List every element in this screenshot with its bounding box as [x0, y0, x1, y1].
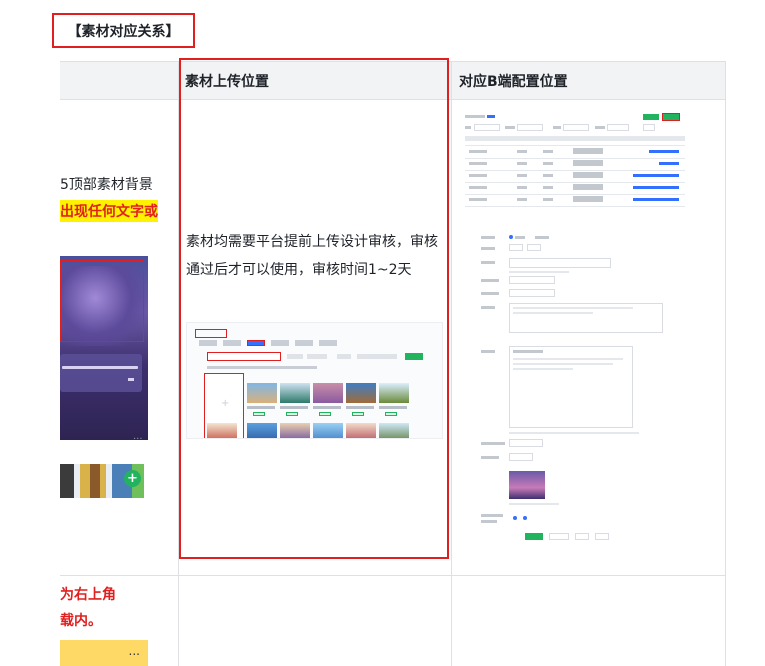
header-b-end-config-location: 对应B端配置位置	[459, 74, 568, 90]
row-divider	[60, 575, 725, 576]
left-cell-text: 5顶部素材背景	[60, 177, 153, 193]
b-end-list-screenshot	[465, 112, 685, 210]
b-end-config-form-screenshot	[465, 228, 685, 546]
ellipsis-icon[interactable]: ...	[129, 644, 140, 658]
left-cell-warning: 出现任何文字或	[60, 200, 158, 222]
left-row2-text: 为右上角	[60, 587, 116, 603]
material-management-screenshot	[186, 322, 443, 439]
section-title: 【素材对应关系】	[52, 13, 195, 48]
ellipsis-icon: ···	[133, 434, 143, 445]
upload-location-highlight	[179, 58, 449, 559]
left-row2-text: 载内。	[60, 613, 102, 629]
highlight-box	[60, 260, 144, 342]
yellow-highlight-bar: ...	[60, 640, 148, 666]
banner-preview-image	[60, 256, 148, 440]
upload-description: 素材均需要平台提前上传设计审核，审核通过后才可以使用，审核时间1~2天	[186, 234, 438, 278]
add-icon[interactable]: +	[124, 470, 141, 487]
